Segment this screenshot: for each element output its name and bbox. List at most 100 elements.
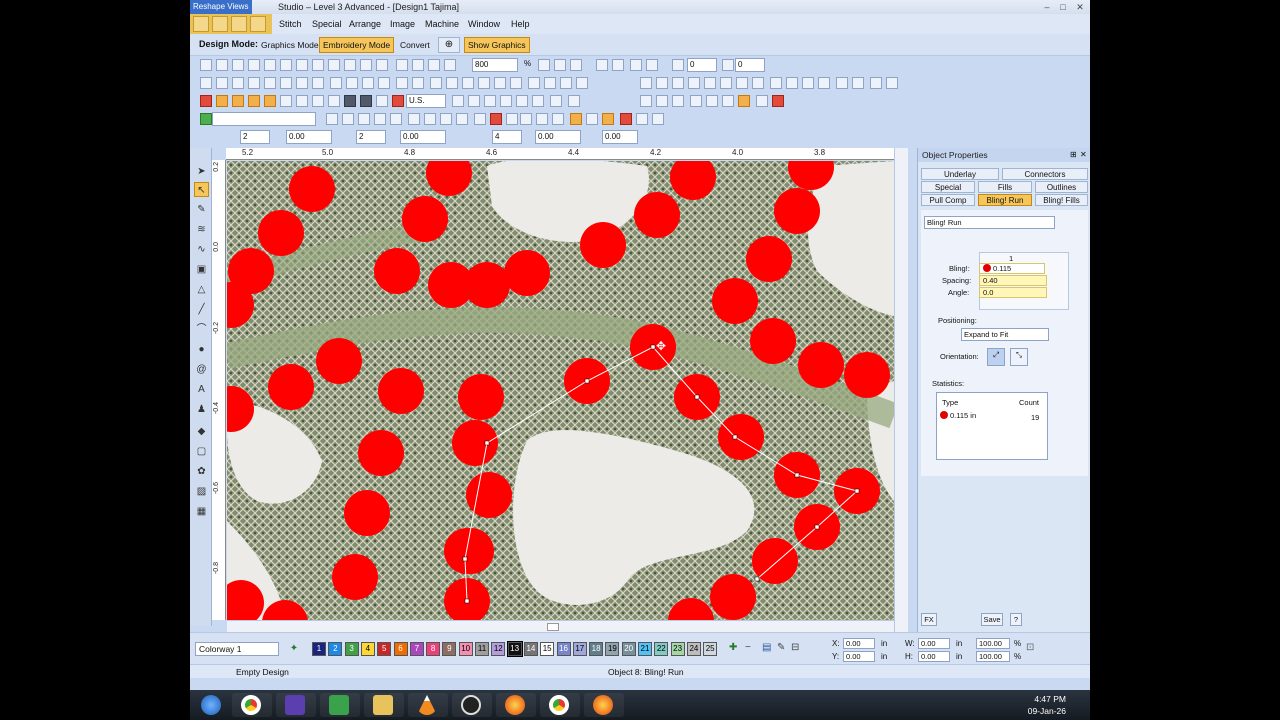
- thread-swatch[interactable]: 22: [654, 642, 669, 656]
- object-tool-icon[interactable]: [672, 95, 684, 107]
- transform-icon[interactable]: [612, 59, 624, 71]
- run-node[interactable]: [794, 472, 800, 478]
- edit-tool-icon[interactable]: [232, 77, 244, 89]
- stitch-type-icon[interactable]: [216, 95, 228, 107]
- stitch-type-icon[interactable]: [312, 95, 324, 107]
- value-field[interactable]: 2: [240, 130, 270, 144]
- edit-tool-icon[interactable]: [378, 77, 390, 89]
- edit-tool-icon[interactable]: [412, 77, 424, 89]
- bling-size-select[interactable]: 0.115: [979, 263, 1045, 274]
- undo-icon[interactable]: [344, 59, 356, 71]
- save-button[interactable]: Save: [981, 613, 1003, 626]
- pin-icon[interactable]: ⊞: [1070, 150, 1077, 159]
- run-node[interactable]: [814, 524, 820, 530]
- open-file-icon[interactable]: [216, 59, 228, 71]
- help-button[interactable]: ?: [1010, 613, 1022, 626]
- colorway-select[interactable]: Colorway 1: [195, 642, 279, 656]
- edit-tool-icon[interactable]: [362, 77, 374, 89]
- properties-tool-icon[interactable]: [620, 113, 632, 125]
- object-tool-icon[interactable]: [640, 95, 652, 107]
- scroll-thumb[interactable]: [547, 623, 559, 631]
- value-field[interactable]: 0.00: [400, 130, 446, 144]
- stitch-type-icon[interactable]: [328, 95, 340, 107]
- properties-tool-icon[interactable]: [586, 113, 598, 125]
- thread-swatch[interactable]: 5: [377, 642, 392, 656]
- maximize-button[interactable]: □: [1056, 0, 1070, 14]
- stitch-type-icon[interactable]: [248, 95, 260, 107]
- edit-tool-icon[interactable]: [560, 77, 572, 89]
- tab-connectors[interactable]: Connectors: [1002, 168, 1088, 180]
- curve-tool-icon[interactable]: ⌒: [194, 322, 209, 337]
- wave-tool-icon[interactable]: ∿: [194, 242, 209, 257]
- tab-bling-run[interactable]: Bling! Run: [978, 194, 1032, 206]
- taskbar-app[interactable]: [496, 693, 536, 717]
- reshape-tool-icon[interactable]: [250, 16, 266, 32]
- stitch-type-icon[interactable]: [280, 95, 292, 107]
- orientation-forward-icon[interactable]: ⤢: [987, 348, 1005, 366]
- globe-icon[interactable]: ⊕: [438, 37, 460, 53]
- cut-icon[interactable]: [296, 59, 308, 71]
- h-field[interactable]: 0.00: [918, 651, 950, 662]
- tab-underlay[interactable]: Underlay: [921, 168, 999, 180]
- zoom-in-icon[interactable]: [412, 59, 424, 71]
- arrange-tool-icon[interactable]: [736, 77, 748, 89]
- menu-image[interactable]: Image: [390, 14, 415, 34]
- remove-color-icon[interactable]: −: [745, 642, 751, 653]
- arrange-tool-icon[interactable]: [770, 77, 782, 89]
- reshape-tool-icon[interactable]: [193, 16, 209, 32]
- applique-tool-icon[interactable]: ✿: [194, 464, 209, 479]
- print-icon[interactable]: [264, 59, 276, 71]
- menu-special[interactable]: Special: [312, 14, 342, 34]
- slant-icon[interactable]: [722, 59, 734, 71]
- stitch-type-icon[interactable]: [392, 95, 404, 107]
- edit-tool-icon[interactable]: [462, 77, 474, 89]
- frame-tool-icon[interactable]: ▢: [194, 444, 209, 459]
- save-icon[interactable]: [232, 59, 244, 71]
- add-color-icon[interactable]: ✚: [729, 642, 737, 653]
- rotate-icon[interactable]: [672, 59, 684, 71]
- object-tool-icon[interactable]: [722, 95, 734, 107]
- rotate-field[interactable]: 0: [687, 58, 717, 72]
- reshape-tool-icon[interactable]: [231, 16, 247, 32]
- stitch-type-icon[interactable]: [296, 95, 308, 107]
- fill-tool-icon[interactable]: ▣: [194, 262, 209, 277]
- run-node[interactable]: [754, 576, 760, 582]
- reshape-tool-icon[interactable]: ↖: [194, 182, 209, 197]
- taskbar-app[interactable]: [232, 693, 272, 717]
- menu-arrange[interactable]: Arrange: [349, 14, 381, 34]
- taskbar-app[interactable]: [584, 693, 624, 717]
- thread-swatch[interactable]: 14: [523, 642, 538, 656]
- menu-stitch[interactable]: Stitch: [279, 14, 302, 34]
- object-tool-icon[interactable]: [706, 95, 718, 107]
- zoom-preset-icon[interactable]: [570, 59, 582, 71]
- properties-tool-icon[interactable]: [408, 113, 420, 125]
- object-tool-icon[interactable]: [738, 95, 750, 107]
- value-field[interactable]: 0.00: [602, 130, 638, 144]
- value-field[interactable]: 0.00: [286, 130, 332, 144]
- tab-special[interactable]: Special: [921, 181, 975, 193]
- hatch-tool-icon[interactable]: ▨: [194, 484, 209, 499]
- taskbar-app[interactable]: [452, 693, 492, 717]
- properties-tool-icon[interactable]: [390, 113, 402, 125]
- stitch-option-icon[interactable]: [468, 95, 480, 107]
- properties-tool-icon[interactable]: [474, 113, 486, 125]
- positioning-select[interactable]: Expand to Fit: [961, 328, 1049, 341]
- thread-swatch[interactable]: 24: [686, 642, 701, 656]
- zoom-field[interactable]: 800: [472, 58, 518, 72]
- arrange-tool-icon[interactable]: [886, 77, 898, 89]
- arrange-tool-icon[interactable]: [802, 77, 814, 89]
- tab-pull-comp[interactable]: Pull Comp: [921, 194, 975, 206]
- transform-icon[interactable]: [596, 59, 608, 71]
- edit-color-icon[interactable]: ✎: [777, 642, 785, 653]
- taskbar-app[interactable]: [540, 693, 580, 717]
- stitch-option-icon[interactable]: [516, 95, 528, 107]
- run-node[interactable]: [464, 598, 470, 604]
- thread-swatch[interactable]: 19: [605, 642, 620, 656]
- reshape-views-label[interactable]: Reshape Views: [190, 0, 252, 14]
- y-field[interactable]: 0.00: [843, 651, 875, 662]
- show-graphics-button[interactable]: Show Graphics: [464, 37, 530, 53]
- value-field[interactable]: 4: [492, 130, 522, 144]
- properties-tool-icon[interactable]: [552, 113, 564, 125]
- tab-fills[interactable]: Fills: [978, 181, 1032, 193]
- menu-machine[interactable]: Machine: [425, 14, 459, 34]
